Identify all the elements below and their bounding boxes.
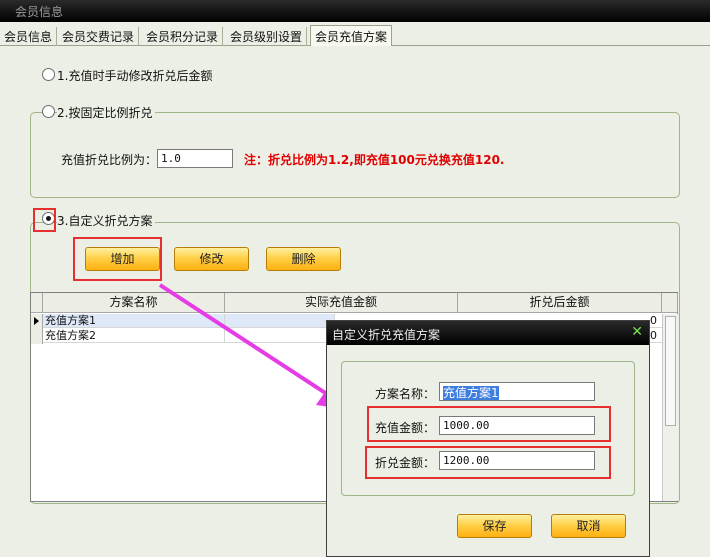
- plan-name-label: 方案名称：: [375, 387, 436, 401]
- custom-plan-dialog: 自定义折兑充值方案 ✕ 方案名称： 充值方案1 充值金额： 1000.00 折兑…: [326, 320, 650, 557]
- save-button[interactable]: 保存: [457, 514, 532, 538]
- close-icon[interactable]: ✕: [631, 324, 643, 340]
- annotation-box-converted: [365, 446, 611, 479]
- annotation-box-amount: [367, 406, 611, 442]
- dialog-title: 自定义折兑充值方案: [332, 328, 441, 342]
- annotation-arrow-line: [158, 283, 332, 398]
- plan-name-input[interactable]: 充值方案1: [439, 382, 595, 401]
- cancel-button[interactable]: 取消: [551, 514, 626, 538]
- dialog-title-bar: 自定义折兑充值方案: [327, 321, 649, 345]
- plan-name-selected-text: 充值方案1: [443, 386, 499, 400]
